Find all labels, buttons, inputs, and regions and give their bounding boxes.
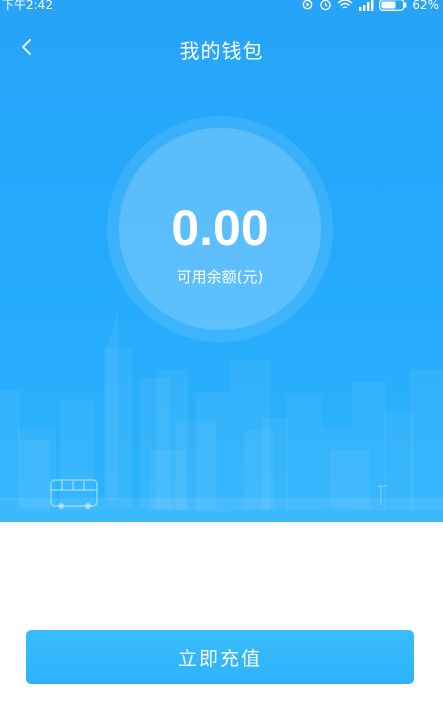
balance-circle: 0.00 可用余额(元) xyxy=(107,116,333,342)
battery-icon xyxy=(379,0,407,11)
balance-label: 可用余额(元) xyxy=(176,268,264,286)
wallet-hero: 下午2:42 62% 我的钱包 0.00 可用余额(元) xyxy=(0,0,443,522)
page-title: 我的钱包 xyxy=(179,39,264,63)
battery-level: 62% xyxy=(412,0,439,12)
sync-icon xyxy=(302,0,313,10)
wifi-icon xyxy=(337,0,353,9)
balance-amount: 0.00 xyxy=(171,200,269,256)
status-time: 下午2:42 xyxy=(2,0,53,12)
signal-icon xyxy=(359,0,374,11)
recharge-button[interactable]: 立即充值 xyxy=(26,630,414,684)
wallet-screen: 下午2:42 62% 我的钱包 0.00 可用余额(元) 立即充值 xyxy=(0,0,443,715)
balance-circle-inner: 0.00 可用余额(元) xyxy=(119,128,321,330)
nav-bar: 我的钱包 xyxy=(0,22,443,74)
status-bar: 下午2:42 62% xyxy=(0,0,443,14)
alarm-icon xyxy=(320,0,332,11)
status-icons: 62% xyxy=(301,0,439,11)
